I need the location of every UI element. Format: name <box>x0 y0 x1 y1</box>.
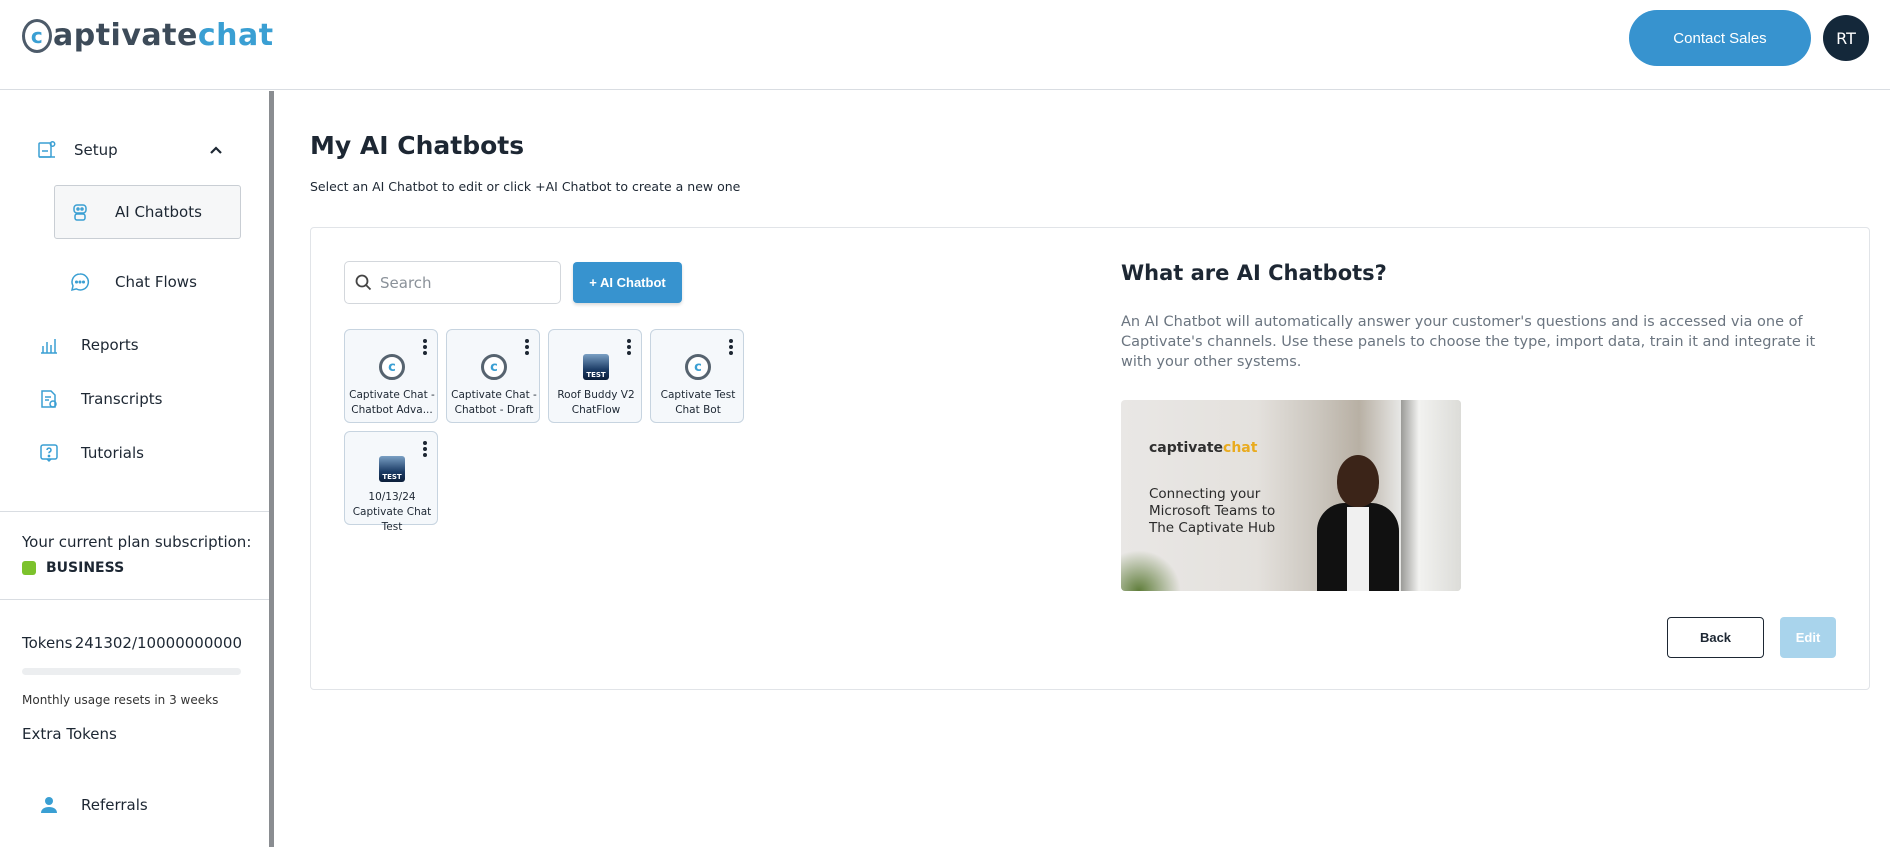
captivatechat-logo[interactable]: c aptivate chat <box>22 18 274 53</box>
sidebar-item-setup-label: Setup <box>74 141 118 159</box>
sidebar: Setup AI Chatbots Chat Flows Reports Tra… <box>0 91 274 847</box>
sidebar-divider <box>0 599 269 600</box>
test-image-icon: TEST <box>379 456 405 482</box>
sidebar-item-transcripts-label: Transcripts <box>81 390 163 408</box>
logo-text-part2: chat <box>197 18 274 53</box>
info-description: An AI Chatbot will automatically answer … <box>1121 314 1816 370</box>
sidebar-item-tutorials-label: Tutorials <box>81 444 144 462</box>
chatbot-card-label: Roof Buddy V2 ChatFlow <box>557 389 635 416</box>
sidebar-item-setup[interactable]: Setup <box>36 139 118 161</box>
sidebar-item-chat-flows-label: Chat Flows <box>115 273 197 291</box>
video-plant-decoration <box>1121 550 1181 591</box>
more-options-icon[interactable] <box>423 339 427 355</box>
help-icon <box>38 442 60 464</box>
chevron-up-icon[interactable] <box>208 142 224 158</box>
logo-mark-icon: c <box>22 18 52 53</box>
chatbot-card[interactable]: TEST Roof Buddy V2 ChatFlow <box>548 329 642 423</box>
video-logo-text: captivate <box>1149 440 1224 456</box>
more-options-icon[interactable] <box>627 339 631 355</box>
more-options-icon[interactable] <box>423 441 427 457</box>
tokens-label: Tokens <box>22 634 73 652</box>
info-title: What are AI Chatbots? <box>1121 261 1387 285</box>
person-icon <box>38 794 60 816</box>
sidebar-item-transcripts[interactable]: Transcripts <box>38 388 162 410</box>
more-options-icon[interactable] <box>729 339 733 355</box>
sidebar-item-tutorials[interactable]: Tutorials <box>38 442 144 464</box>
chatbot-card[interactable]: TEST 10/13/24 Captivate Chat Test <box>344 431 438 533</box>
search-input[interactable]: Search <box>344 261 561 304</box>
tutorial-video-thumbnail[interactable]: captivatechat Connecting your Microsoft … <box>1121 400 1461 591</box>
tokens-value: 241302/10000000000 <box>74 634 242 652</box>
more-options-icon[interactable] <box>525 339 529 355</box>
chatbot-card-label: Captivate Test Chat Bot <box>660 389 736 416</box>
search-placeholder: Search <box>380 273 432 292</box>
sidebar-item-chat-flows[interactable]: Chat Flows <box>69 271 197 293</box>
usage-reset-text: Monthly usage resets in 3 weeks <box>22 693 219 707</box>
plan-subscription-label: Your current plan subscription: <box>22 533 252 551</box>
edit-button[interactable]: Edit <box>1780 617 1836 658</box>
contact-sales-button[interactable]: Contact Sales <box>1629 10 1811 66</box>
back-button[interactable]: Back <box>1667 617 1764 658</box>
logo-text-part1: aptivate <box>53 18 198 53</box>
presenter-figure <box>1317 455 1399 591</box>
sidebar-item-reports[interactable]: Reports <box>38 334 139 356</box>
captivate-logo-icon: c <box>685 354 711 380</box>
robot-icon <box>69 201 91 223</box>
sidebar-item-referrals[interactable]: Referrals <box>38 794 148 816</box>
search-icon <box>355 274 372 291</box>
chatbot-card[interactable]: c Captivate Chat - Chatbot Adva... <box>344 329 438 423</box>
plan-badge: BUSINESS <box>22 560 124 576</box>
sidebar-divider <box>0 511 269 512</box>
video-logo: captivatechat <box>1149 440 1257 456</box>
video-logo-accent: chat <box>1223 440 1258 456</box>
plan-status-indicator <box>22 561 36 575</box>
user-avatar[interactable]: RT <box>1823 15 1869 61</box>
video-caption: Connecting your Microsoft Teams to The C… <box>1149 486 1276 536</box>
sidebar-item-ai-chatbots-content[interactable]: AI Chatbots <box>69 201 202 223</box>
chat-bubble-icon <box>69 271 91 293</box>
document-icon <box>38 388 60 410</box>
page-title: My AI Chatbots <box>310 131 525 160</box>
captivate-logo-icon: c <box>379 354 405 380</box>
chatbot-card-label: Captivate Chat - Chatbot - Draft <box>451 389 537 416</box>
sidebar-item-referrals-label: Referrals <box>81 796 148 814</box>
test-image-icon: TEST <box>583 354 609 380</box>
setup-icon <box>36 139 58 161</box>
sidebar-item-reports-label: Reports <box>81 336 139 354</box>
chatbot-card[interactable]: c Captivate Test Chat Bot <box>650 329 744 423</box>
chatbot-card[interactable]: c Captivate Chat - Chatbot - Draft <box>446 329 540 423</box>
video-window-background <box>1401 400 1461 591</box>
tokens-row: Tokens 241302/10000000000 <box>22 634 242 652</box>
sidebar-item-ai-chatbots-label: AI Chatbots <box>115 203 202 221</box>
tokens-progress-bar <box>22 668 241 675</box>
add-ai-chatbot-button[interactable]: + AI Chatbot <box>573 262 682 303</box>
top-header: c aptivate chat Contact Sales RT <box>0 0 1890 90</box>
chatbots-panel: Search + AI Chatbot c Captivate Chat - C… <box>310 227 1870 690</box>
extra-tokens-link[interactable]: Extra Tokens <box>22 725 117 743</box>
chatbot-card-label: 10/13/24 Captivate Chat Test <box>352 491 432 533</box>
chatbot-card-label: Captivate Chat - Chatbot Adva... <box>349 389 435 416</box>
captivate-logo-icon: c <box>481 354 507 380</box>
page-subtitle: Select an AI Chatbot to edit or click +A… <box>310 179 741 194</box>
plan-name: BUSINESS <box>46 560 125 576</box>
bar-chart-icon <box>38 334 60 356</box>
